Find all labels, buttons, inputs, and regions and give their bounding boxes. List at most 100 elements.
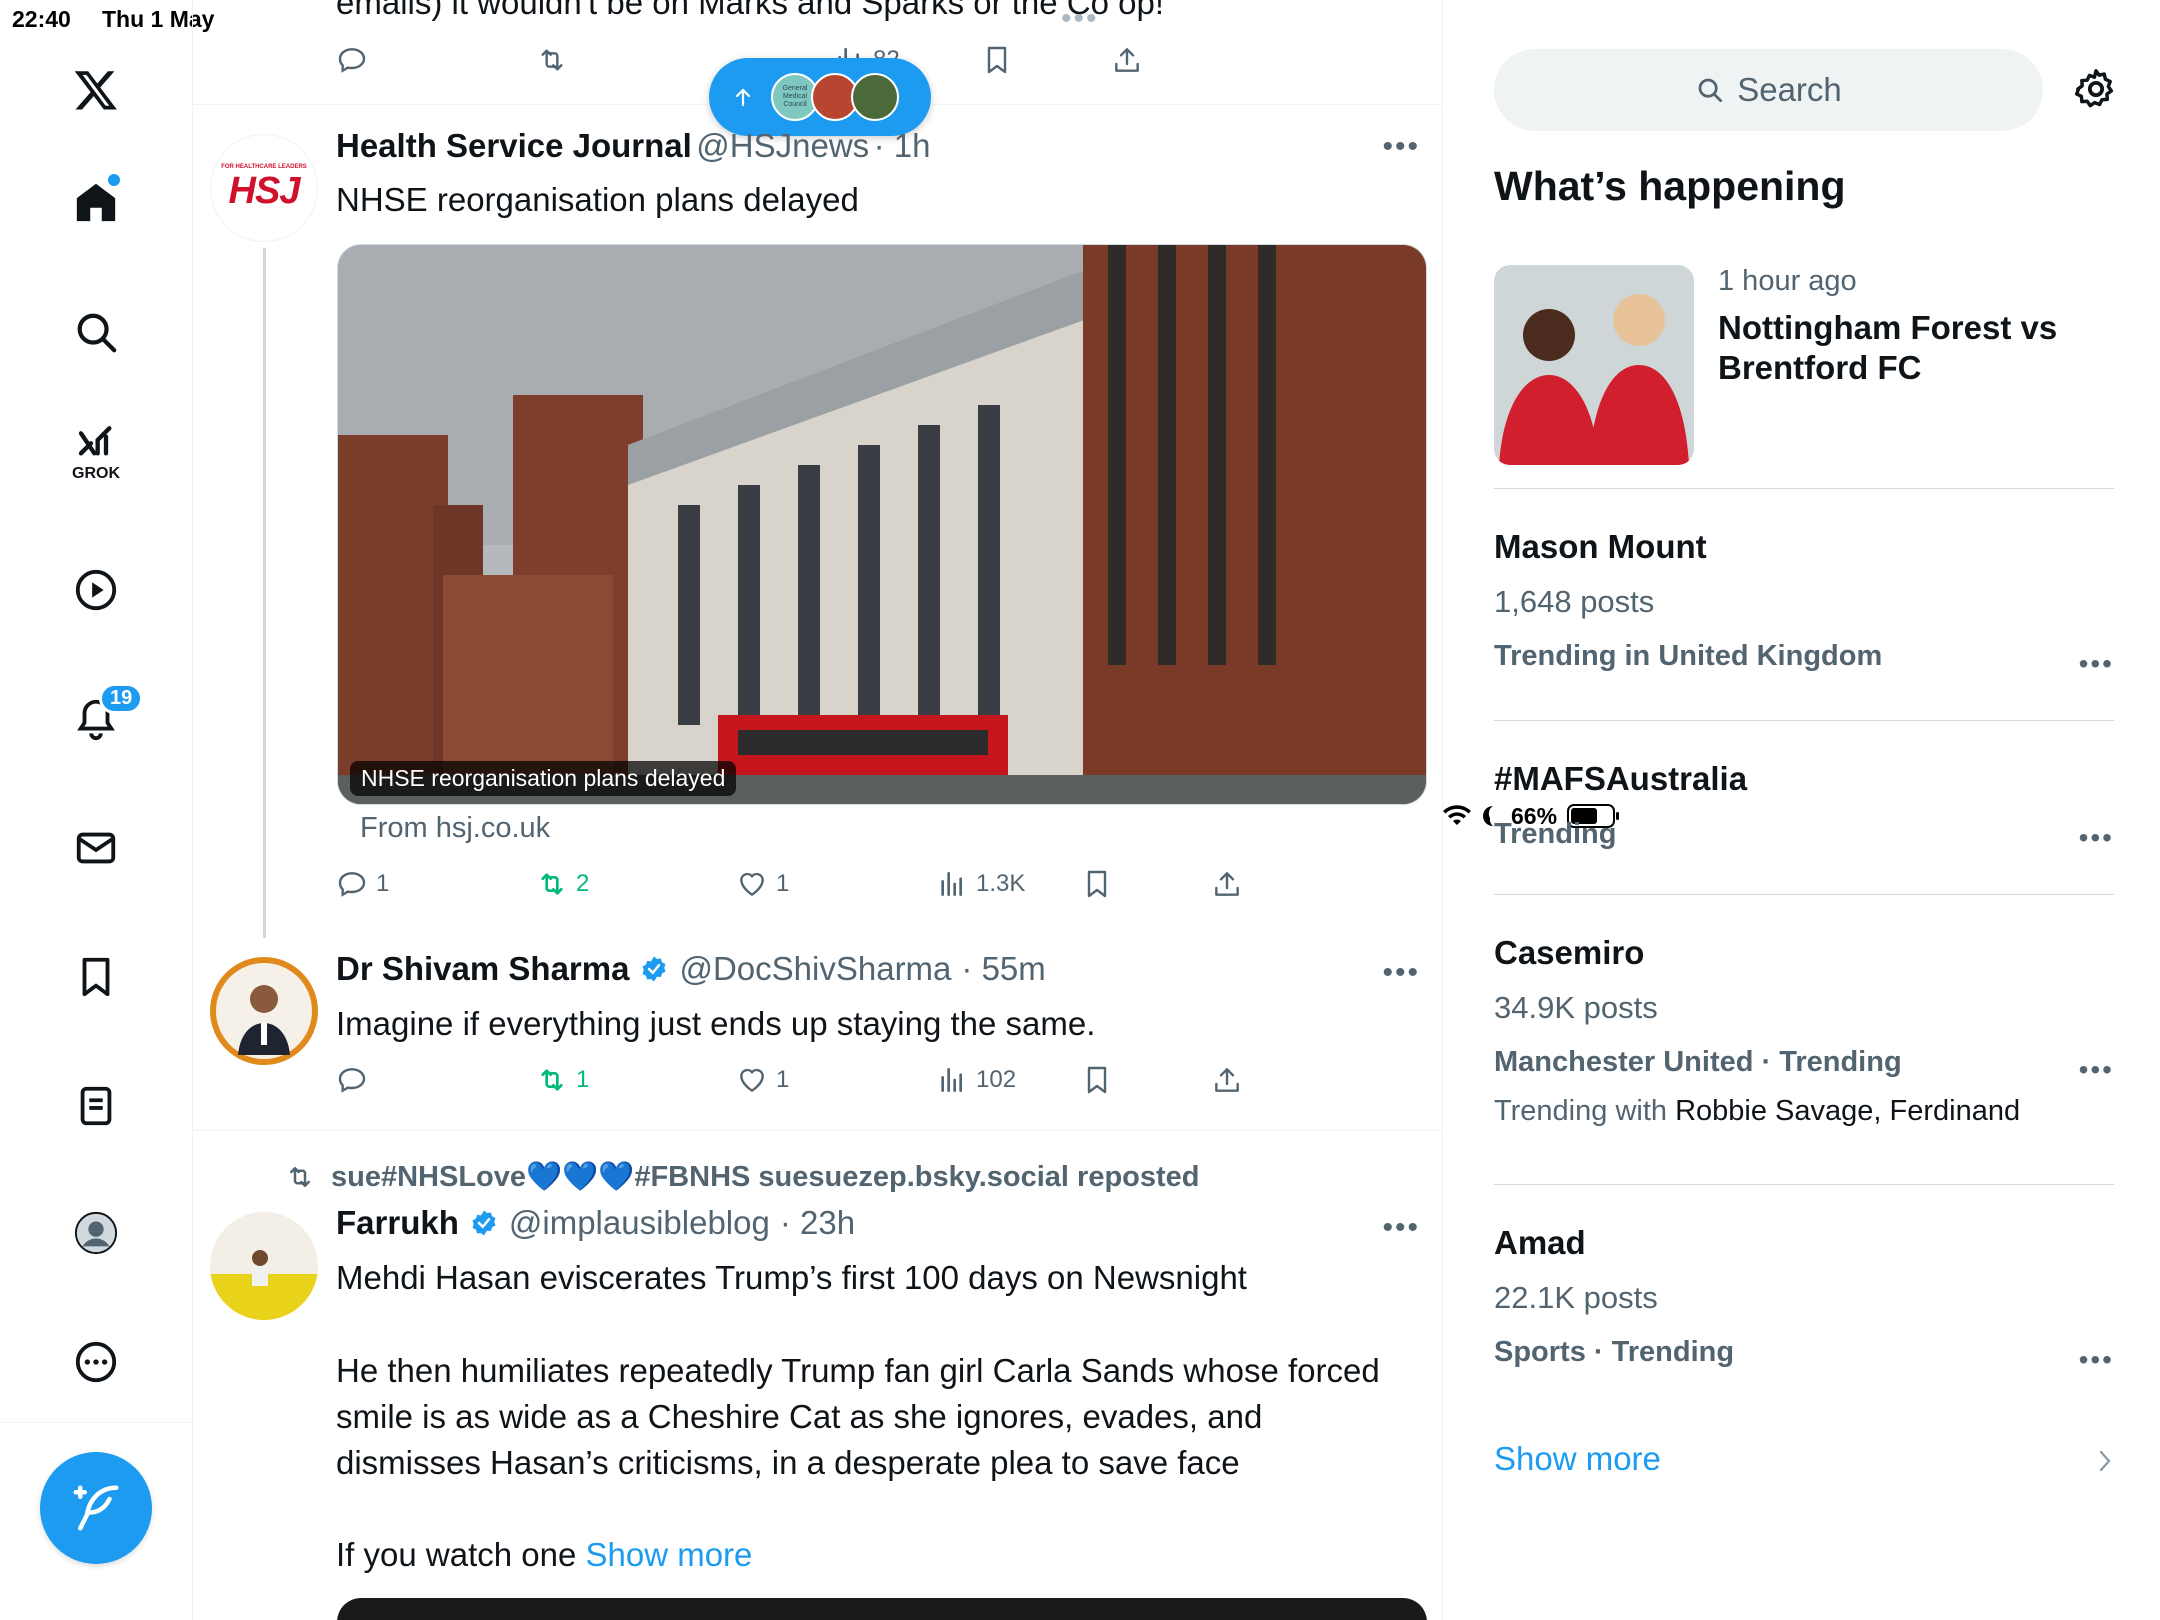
post-more-dots-icon[interactable]: ••• <box>1382 956 1420 990</box>
explore-nav[interactable] <box>60 296 132 368</box>
repost-icon <box>541 49 563 71</box>
x-logo[interactable] <box>60 54 132 126</box>
post-more-dots-icon[interactable]: ••• <box>1382 130 1420 164</box>
featured-trend[interactable]: 1 hour ago Nottingham Forest vs Brentfor… <box>1494 265 2114 465</box>
repost-count: 1 <box>576 1066 590 1093</box>
like-button[interactable]: 1 <box>736 868 789 900</box>
like-button[interactable]: 1 <box>736 1064 789 1096</box>
share-icon <box>1215 872 1239 896</box>
post-text-line: Mehdi Hasan eviscerates Trump’s first 10… <box>336 1259 1247 1296</box>
repost-button[interactable]: 1 <box>536 1064 589 1096</box>
video-nav[interactable] <box>60 554 132 626</box>
trend-item[interactable]: Casemiro 34.9K posts Manchester United ·… <box>1494 934 2114 1128</box>
hospital-building-image <box>338 245 1426 804</box>
post-text-line: If you watch one Show more <box>336 1532 752 1578</box>
gear-icon[interactable] <box>2073 66 2119 112</box>
trend-more-dots-icon[interactable]: ••• <box>2079 648 2114 680</box>
trend-item[interactable]: Amad 22.1K posts Sports · Trending ••• <box>1494 1224 2114 1375</box>
whats-happening-title: What’s happening <box>1494 163 1846 209</box>
trend-more-dots-icon[interactable]: ••• <box>2079 1344 2114 1376</box>
views-button[interactable]: 1.3K <box>936 868 1025 900</box>
trend-post-count: 34.9K posts <box>1494 990 1658 1025</box>
verified-badge-icon <box>642 956 666 982</box>
post-time[interactable]: · 55m <box>961 950 1045 988</box>
bookmark-icon <box>82 957 110 997</box>
play-icon <box>75 569 117 611</box>
pill-avatar <box>851 73 899 121</box>
lists-nav[interactable] <box>60 1070 132 1142</box>
trend-context: Manchester United · Trending <box>1494 1046 1902 1078</box>
repost-context[interactable]: sue#NHSLove💙💙💙#FBNHS suesuezep.bsky.soci… <box>285 1160 1200 1194</box>
share-button[interactable] <box>1111 44 1143 76</box>
repost-button[interactable] <box>536 44 568 76</box>
reply-button[interactable] <box>336 44 368 76</box>
bookmark-icon <box>987 46 1007 74</box>
post-actions: 1 1 102 <box>336 1064 1336 1104</box>
new-posts-pill[interactable]: General Medical Council <box>709 58 931 136</box>
post-time[interactable]: · 1h <box>874 127 931 164</box>
author-handle[interactable]: @implausibleblog <box>509 1204 770 1242</box>
doc-shiv-avatar[interactable] <box>210 957 318 1065</box>
trend-title: Mason Mount <box>1494 528 1707 565</box>
bookmark-button[interactable] <box>1081 868 1113 900</box>
bookmarks-nav[interactable] <box>60 941 132 1013</box>
trend-with-prefix: Trending with <box>1494 1095 1668 1127</box>
home-nav[interactable] <box>60 166 132 238</box>
show-more-trends-link[interactable]: Show more <box>1494 1440 1661 1478</box>
post-time[interactable]: · 23h <box>780 1204 855 1242</box>
repost-context-text: sue#NHSLove💙💙💙#FBNHS suesuezep.bsky.soci… <box>331 1161 1200 1193</box>
bookmark-button[interactable] <box>981 44 1013 76</box>
like-count: 1 <box>776 1066 790 1093</box>
share-button[interactable] <box>1211 868 1243 900</box>
home-unread-dot <box>108 174 120 186</box>
bookmark-icon <box>1087 870 1107 898</box>
reply-button[interactable] <box>336 1064 368 1096</box>
farrukh-avatar[interactable] <box>210 1212 318 1320</box>
trend-more-dots-icon[interactable]: ••• <box>2079 822 2114 854</box>
nav-divider <box>0 1422 193 1423</box>
arrow-up-icon <box>735 88 751 107</box>
profile-avatar-icon <box>74 1211 118 1255</box>
post-header: Health Service Journal @HSJnews · 1h <box>336 127 931 165</box>
post-text-fragment: If you watch one <box>336 1536 577 1573</box>
views-button[interactable]: 102 <box>936 1064 1016 1096</box>
author-name[interactable]: Health Service Journal <box>336 127 692 164</box>
bookmark-button[interactable] <box>1081 1064 1113 1096</box>
thread-line <box>263 248 266 938</box>
author-handle[interactable]: @HSJnews <box>696 127 869 164</box>
more-nav[interactable] <box>60 1326 132 1398</box>
repost-icon <box>541 1069 563 1091</box>
grok-nav[interactable]: GROK <box>60 418 132 490</box>
messages-nav[interactable] <box>60 812 132 884</box>
search-input[interactable]: Search <box>1494 49 2043 131</box>
author-name[interactable]: Farrukh <box>336 1204 459 1242</box>
right-sidebar: Search What’s happening 1 hour ago Notti… <box>1443 0 2160 1620</box>
profile-nav[interactable] <box>60 1197 132 1269</box>
trend-item[interactable]: Mason Mount 1,648 posts Trending in Unit… <box>1494 528 2114 679</box>
share-button[interactable] <box>1211 1064 1243 1096</box>
trend-post-count: 22.1K posts <box>1494 1280 1658 1315</box>
author-name[interactable]: Dr Shivam Sharma <box>336 950 629 988</box>
share-icon <box>1115 48 1139 72</box>
more-dots-icon[interactable]: ••• <box>1061 2 1099 36</box>
views-count: 1.3K <box>976 870 1026 897</box>
football-match-image <box>1494 265 1694 465</box>
repost-button[interactable]: 2 <box>536 868 589 900</box>
trend-more-dots-icon[interactable]: ••• <box>2079 1054 2114 1086</box>
hsj-avatar[interactable]: FOR HEALTHCARE LEADERS HSJ <box>210 134 318 242</box>
post-more-dots-icon[interactable]: ••• <box>1382 1211 1420 1245</box>
verified-badge-icon <box>472 1210 496 1236</box>
trend-post-count: 1,648 posts <box>1494 584 1655 619</box>
post-text: Imagine if everything just ends up stayi… <box>336 1005 1096 1042</box>
show-more-link[interactable]: Show more <box>586 1536 753 1573</box>
reply-button[interactable]: 1 <box>336 868 389 900</box>
link-card[interactable]: NHSE reorganisation plans delayed <box>337 244 1427 805</box>
card-source[interactable]: From hsj.co.uk <box>360 812 550 845</box>
post-text-line: smile is as wide as a Cheshire Cat as sh… <box>336 1398 1263 1435</box>
trend-item[interactable]: #MAFSAustralia Trending ••• <box>1494 760 2114 854</box>
compose-button[interactable] <box>40 1452 152 1564</box>
trend-context: Trending <box>1494 818 1617 850</box>
featured-title-line: Brentford FC <box>1718 349 1922 386</box>
media-preview[interactable] <box>337 1598 1427 1620</box>
author-handle[interactable]: @DocShivSharma <box>679 950 951 988</box>
